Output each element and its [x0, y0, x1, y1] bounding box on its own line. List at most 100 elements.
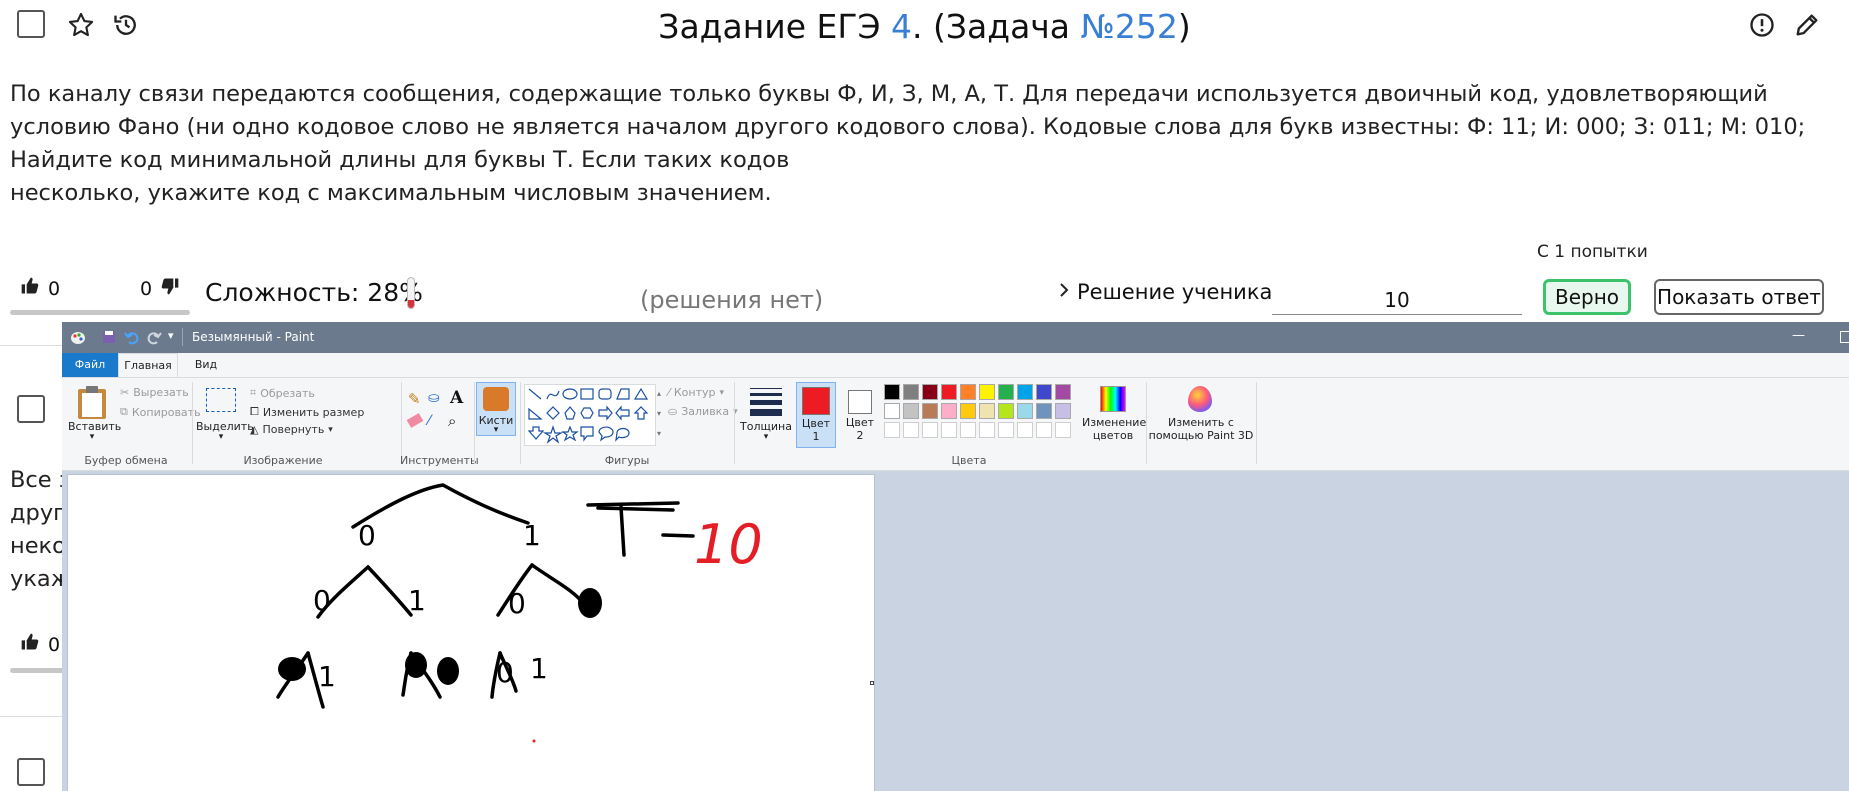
eraser-icon[interactable]: [406, 413, 424, 428]
palette-swatch[interactable]: [1055, 403, 1071, 419]
palette-swatch[interactable]: [960, 403, 976, 419]
color-palette[interactable]: [884, 384, 1084, 450]
clipboard-icon: [78, 386, 106, 419]
palette-swatch[interactable]: [922, 384, 938, 400]
palette-swatch[interactable]: [884, 422, 900, 438]
tab-file[interactable]: Файл: [62, 353, 118, 377]
rotate-button[interactable]: ◭ Повернуть ▾: [250, 423, 333, 436]
resize-button[interactable]: ⧠ Изменить размер: [250, 405, 364, 419]
palette-swatch[interactable]: [903, 403, 919, 419]
tab-home[interactable]: Главная: [118, 353, 178, 377]
select-button[interactable]: Выделить ▾: [196, 382, 254, 448]
palette-swatch[interactable]: [903, 384, 919, 400]
palette-swatch[interactable]: [1017, 384, 1033, 400]
outline-icon: ⁄: [668, 386, 670, 399]
palette-swatch[interactable]: [922, 403, 938, 419]
outline-button[interactable]: ⁄ Контур ▾: [668, 386, 724, 399]
palette-swatch[interactable]: [941, 422, 957, 438]
palette-swatch[interactable]: [1017, 422, 1033, 438]
task-select-checkbox-2[interactable]: [17, 395, 45, 423]
edit-colors-button[interactable]: Изменение цветов: [1082, 382, 1146, 448]
student-solution-label: Решение ученика: [1077, 280, 1273, 304]
group-separator: [401, 382, 402, 464]
canvas-resize-handle[interactable]: [870, 681, 874, 685]
student-solution-toggle[interactable]: Решение ученика: [1057, 280, 1272, 304]
copy-button[interactable]: ⧉ Копировать: [120, 405, 201, 419]
magnifier-icon[interactable]: ⌕: [448, 412, 456, 430]
paint-canvas[interactable]: 0 1 0 1 0 1 0 1 Т 10: [68, 475, 874, 791]
palette-swatch[interactable]: [998, 403, 1014, 419]
palette-swatch[interactable]: [941, 403, 957, 419]
like-control-2[interactable]: 0: [20, 632, 60, 657]
fill-button[interactable]: ⛀ Заливка ▾: [668, 405, 738, 418]
paste-button[interactable]: Вставить ▾: [68, 382, 121, 448]
maximize-icon[interactable]: [1840, 331, 1849, 343]
palette-swatch[interactable]: [1036, 384, 1052, 400]
color2-button[interactable]: Цвет 2: [840, 382, 880, 448]
select-dropdown-icon[interactable]: ▾: [215, 432, 227, 442]
correct-button[interactable]: Верно: [1543, 279, 1631, 315]
brush-icon: [483, 387, 509, 411]
palette-swatch[interactable]: [884, 403, 900, 419]
card-separator: [0, 716, 62, 717]
save-icon[interactable]: [102, 330, 116, 347]
color-picker-icon[interactable]: ⁄: [428, 413, 430, 429]
answer-input[interactable]: [1272, 286, 1522, 315]
palette-swatch[interactable]: [941, 384, 957, 400]
crop-button[interactable]: ⌗ Обрезать: [250, 386, 315, 400]
exam-number-link[interactable]: 4: [891, 7, 912, 46]
palette-swatch[interactable]: [922, 422, 938, 438]
tab-view[interactable]: Вид: [184, 353, 228, 377]
palette-swatch[interactable]: [960, 384, 976, 400]
palette-swatch[interactable]: [979, 403, 995, 419]
pencil-icon[interactable]: ✎: [408, 390, 421, 408]
thumbs-up-icon[interactable]: [20, 276, 40, 301]
show-answer-button[interactable]: Показать ответ: [1654, 279, 1824, 315]
cut-button[interactable]: ✂ Вырезать: [120, 386, 189, 399]
edit-pencil-icon[interactable]: [1792, 10, 1822, 40]
paste-dropdown-icon[interactable]: ▾: [86, 432, 98, 442]
shapes-scroll[interactable]: ▴ ▾ ▾: [654, 384, 664, 444]
quick-access-dropdown-icon[interactable]: ▾: [168, 329, 174, 342]
brushes-dropdown-icon[interactable]: ▾: [490, 425, 502, 435]
thickness-dropdown-icon[interactable]: ▾: [760, 432, 772, 442]
palette-swatch[interactable]: [998, 422, 1014, 438]
complexity-fill: [408, 299, 414, 308]
shapes-gallery[interactable]: [524, 384, 656, 446]
palette-swatch[interactable]: [1036, 422, 1052, 438]
brushes-button[interactable]: Кисти ▾: [476, 382, 516, 436]
rotate-dropdown-icon[interactable]: ▾: [328, 425, 333, 435]
palette-swatch[interactable]: [979, 422, 995, 438]
vote-ratio-bar-2: [10, 668, 70, 673]
tree-edge: [351, 483, 530, 529]
minimize-icon[interactable]: —: [1792, 328, 1805, 343]
thumbs-up-icon[interactable]: [20, 632, 40, 657]
paint3d-button[interactable]: Изменить с помощью Paint 3D: [1148, 382, 1254, 448]
thumbs-down-icon[interactable]: [160, 276, 180, 301]
paint-window[interactable]: ▾ Безымянный - Paint — Файл Главная Вид …: [62, 322, 1849, 791]
palette-swatch[interactable]: [903, 422, 919, 438]
task-select-checkbox-3[interactable]: [17, 758, 45, 786]
like-control[interactable]: 0: [20, 276, 60, 301]
t-letter-stroke: [596, 506, 675, 512]
report-alert-icon[interactable]: [1747, 10, 1777, 40]
thickness-button[interactable]: Толщина ▾: [738, 382, 794, 448]
task-number-link[interactable]: №252: [1081, 7, 1178, 46]
color1-button[interactable]: Цвет 1: [796, 382, 836, 448]
paint-title-bar[interactable]: ▾ Безымянный - Paint —: [62, 322, 1849, 353]
group-separator: [474, 382, 475, 464]
tools-group-label: Инструменты: [400, 454, 479, 467]
palette-swatch[interactable]: [960, 422, 976, 438]
palette-swatch[interactable]: [979, 384, 995, 400]
palette-swatch[interactable]: [1055, 422, 1071, 438]
palette-swatch[interactable]: [1036, 403, 1052, 419]
palette-swatch[interactable]: [998, 384, 1014, 400]
palette-swatch[interactable]: [1017, 403, 1033, 419]
undo-icon[interactable]: [124, 329, 140, 348]
dislike-control[interactable]: 0: [140, 276, 180, 301]
palette-swatch[interactable]: [884, 384, 900, 400]
fill-bucket-icon[interactable]: ⛀: [428, 390, 440, 406]
palette-swatch[interactable]: [1055, 384, 1071, 400]
redo-icon[interactable]: [146, 329, 162, 348]
text-tool-icon[interactable]: A: [450, 388, 463, 408]
